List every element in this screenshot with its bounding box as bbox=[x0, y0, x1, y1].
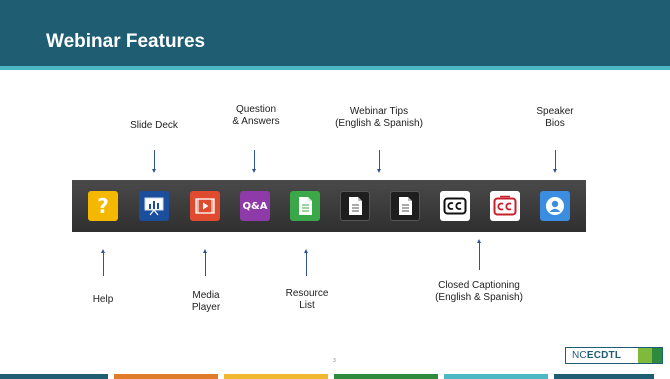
arrow-resource-list bbox=[304, 249, 308, 276]
label-resource-list: Resource List bbox=[276, 288, 338, 312]
footer-bar bbox=[334, 374, 438, 379]
help-icon[interactable]: ? bbox=[88, 191, 118, 221]
logo-suffix: ECDTL bbox=[586, 350, 622, 361]
arrow-webinar-tips bbox=[377, 150, 381, 173]
footer-bar bbox=[0, 374, 108, 379]
logo-accent-dark bbox=[652, 348, 662, 363]
cc-glyph bbox=[493, 195, 517, 216]
footer-bar bbox=[444, 374, 548, 379]
label-line: Webinar Tips bbox=[349, 106, 409, 117]
label-line: Question bbox=[235, 104, 277, 115]
label-webinar-tips: Webinar Tips (English & Spanish) bbox=[321, 106, 437, 130]
film-glyph bbox=[195, 198, 215, 214]
webinar-tips-english-icon[interactable] bbox=[340, 191, 370, 221]
footer-bar bbox=[114, 374, 218, 379]
arrow-closed-captioning bbox=[477, 239, 481, 270]
label-line: Resource bbox=[285, 288, 329, 299]
cc-glyph bbox=[443, 197, 467, 215]
speaker-bios-icon[interactable] bbox=[540, 191, 570, 221]
label-line: Slide Deck bbox=[130, 120, 178, 131]
arrow-slide-deck bbox=[152, 150, 156, 173]
label-line: List bbox=[299, 300, 315, 311]
label-line: Media bbox=[192, 290, 220, 301]
label-line: Help bbox=[92, 294, 114, 305]
arrow-media-player bbox=[203, 249, 207, 276]
document-glyph bbox=[299, 197, 312, 215]
qa-icon[interactable]: Q&A bbox=[240, 191, 270, 221]
title-bar: Webinar Features bbox=[0, 0, 670, 70]
label-line: Speaker bbox=[536, 106, 574, 117]
document-glyph bbox=[399, 197, 412, 215]
arrow-help bbox=[101, 249, 105, 276]
webinar-tips-spanish-icon[interactable] bbox=[390, 191, 420, 221]
slide-deck-icon[interactable] bbox=[139, 191, 169, 221]
ncecdtl-logo: NCECDTL bbox=[565, 347, 663, 364]
label-media-player: Media Player bbox=[176, 290, 236, 314]
webinar-toolbar: ? Q&A bbox=[72, 180, 586, 232]
media-player-icon[interactable] bbox=[190, 191, 220, 221]
slide-title: Webinar Features bbox=[46, 31, 206, 52]
footer-bar bbox=[554, 374, 654, 379]
logo-prefix: NC bbox=[572, 350, 587, 361]
label-closed-captioning: Closed Captioning (English & Spanish) bbox=[420, 280, 538, 304]
label-line: (English & Spanish) bbox=[435, 292, 523, 303]
page-number: 3 bbox=[333, 358, 336, 364]
label-line: (English & Spanish) bbox=[335, 118, 423, 129]
label-help: Help bbox=[78, 294, 128, 306]
presentation-glyph bbox=[144, 197, 164, 216]
slide: Webinar Features Slide Deck Question & A… bbox=[0, 0, 670, 379]
label-line: Closed Captioning bbox=[438, 280, 520, 291]
help-glyph: ? bbox=[97, 194, 109, 218]
label-slide-deck: Slide Deck bbox=[114, 120, 194, 132]
label-line: Player bbox=[191, 302, 221, 313]
label-question-answers: Question & Answers bbox=[216, 104, 296, 128]
resource-list-icon[interactable] bbox=[290, 191, 320, 221]
label-line: Bios bbox=[545, 118, 565, 129]
logo-text: NCECDTL bbox=[566, 348, 626, 363]
footer-color-bars bbox=[0, 374, 670, 379]
document-glyph bbox=[349, 197, 362, 215]
person-glyph bbox=[546, 197, 564, 215]
label-speaker-bios: Speaker Bios bbox=[525, 106, 585, 130]
footer-bar bbox=[224, 374, 328, 379]
qa-glyph: Q&A bbox=[242, 200, 268, 212]
arrow-question-answers bbox=[252, 150, 256, 173]
arrow-speaker-bios bbox=[553, 150, 557, 173]
closed-captioning-spanish-icon[interactable] bbox=[490, 191, 520, 221]
logo-accent-light bbox=[638, 348, 652, 363]
closed-captioning-english-icon[interactable] bbox=[440, 191, 470, 221]
label-line: & Answers bbox=[232, 116, 280, 127]
